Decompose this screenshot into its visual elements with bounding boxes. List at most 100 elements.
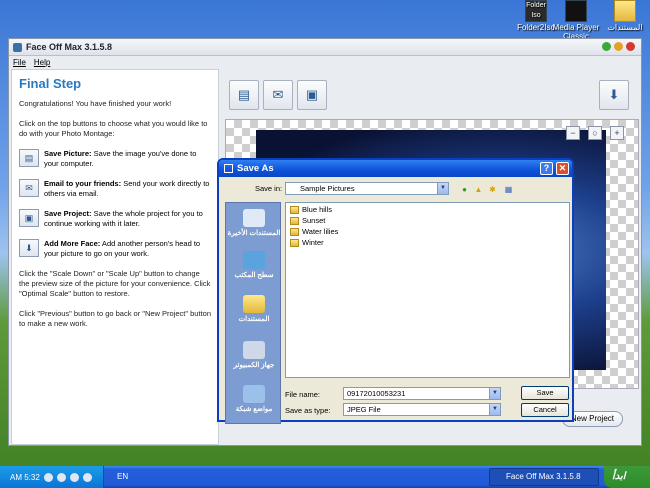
- file-name: Sunset: [302, 216, 326, 225]
- panel-intro: Congratulations! You have finished your …: [19, 99, 172, 108]
- minimize-icon[interactable]: [602, 42, 611, 51]
- folder-icon: [290, 227, 299, 236]
- place-recent[interactable]: المستندات الأخيرة: [226, 209, 282, 237]
- add-more-face-button[interactable]: ⬇: [599, 80, 629, 110]
- desktop-icon: [243, 251, 265, 269]
- help-item-save-project: ▣ Save Project: Save the whole project f…: [19, 209, 211, 228]
- media-player-icon: [565, 0, 587, 22]
- place-label: سطح المكتب: [234, 272, 274, 279]
- taskbar: AM 5:32 EN Face Off Max 3.1.5.8 ابدأ: [0, 466, 650, 488]
- network-places-icon: [243, 385, 265, 403]
- close-icon[interactable]: ✕: [556, 162, 569, 175]
- save-as-type-value: JPEG File: [347, 405, 381, 414]
- dialog-app-icon: [224, 164, 233, 173]
- email-button[interactable]: ✉: [263, 80, 293, 110]
- help-item-title: Save Picture:: [44, 149, 92, 158]
- place-label: مواضع شبكة: [235, 406, 273, 413]
- save-picture-button[interactable]: ▤: [229, 80, 259, 110]
- panel-heading: Final Step: [19, 76, 82, 91]
- dialog-titlebar[interactable]: Save As ? ✕: [219, 160, 572, 177]
- help-item-title: Save Project:: [44, 209, 92, 218]
- instructions-panel: Final Step Congratulations! You have fin…: [11, 69, 219, 445]
- folder-icon: [290, 205, 299, 214]
- save-project-button[interactable]: ▣: [297, 80, 327, 110]
- file-name: Blue hills: [302, 205, 333, 214]
- file-name-label: File name:: [285, 390, 321, 399]
- tray-icon[interactable]: [56, 472, 66, 482]
- back-icon[interactable]: ●: [459, 184, 470, 195]
- my-documents-icon: [243, 295, 265, 313]
- recent-documents-icon: [243, 209, 265, 227]
- file-name-field[interactable]: 09172010053231 ▼: [343, 387, 501, 400]
- taskbar-item-face-off-max[interactable]: Face Off Max 3.1.5.8: [489, 468, 599, 486]
- save-as-type-label: Save as type:: [285, 406, 331, 415]
- place-label: المستندات الأخيرة: [227, 230, 281, 237]
- file-list: Blue hills Sunset Water lilies Winter: [285, 202, 570, 378]
- menu-help[interactable]: Help: [34, 58, 50, 67]
- list-item[interactable]: Blue hills: [290, 205, 332, 214]
- place-computer[interactable]: جهاز الكمبيوتر: [226, 341, 282, 369]
- tray-icon[interactable]: [43, 472, 53, 482]
- save-picture-icon: ▤: [19, 149, 39, 167]
- scale-up-button[interactable]: +: [610, 126, 624, 140]
- help-item-title: Email to your friends:: [44, 179, 122, 188]
- file-name-value: 09172010053231: [347, 389, 406, 398]
- save-button[interactable]: Save: [521, 386, 569, 400]
- folder-icon: [614, 0, 636, 22]
- close-icon[interactable]: [626, 42, 635, 51]
- folder-icon: [290, 216, 299, 225]
- chevron-down-icon: ▼: [437, 183, 448, 194]
- view-menu-icon[interactable]: ▦: [503, 184, 514, 195]
- app-logo-icon: [13, 42, 22, 52]
- file-name: Water lilies: [302, 227, 339, 236]
- scale-help-text: Click the "Scale Down" or "Scale Up" but…: [19, 269, 211, 298]
- chevron-down-icon: ▼: [489, 388, 500, 399]
- place-label: المستندات: [238, 316, 270, 323]
- list-item[interactable]: Winter: [290, 238, 324, 247]
- language-indicator[interactable]: EN: [117, 472, 128, 481]
- dialog-title: Save As: [237, 163, 274, 174]
- menu-bar: File Help: [9, 56, 641, 68]
- optimal-scale-button[interactable]: ○: [588, 126, 602, 140]
- app-title: Face Off Max 3.1.5.8: [26, 42, 113, 52]
- my-computer-icon: [243, 341, 265, 359]
- save-in-dropdown[interactable]: Sample Pictures ▼: [285, 182, 449, 195]
- desktop-icon-documents[interactable]: المستندات: [593, 0, 650, 32]
- place-desktop[interactable]: سطح المكتب: [226, 251, 282, 279]
- save-in-value: Sample Pictures: [300, 184, 355, 193]
- menu-file[interactable]: File: [13, 58, 26, 67]
- place-documents[interactable]: المستندات: [226, 295, 282, 323]
- add-face-icon: ⬇: [19, 239, 39, 257]
- maximize-icon[interactable]: [614, 42, 623, 51]
- desktop-icon-label: المستندات: [607, 23, 643, 32]
- help-item-email: ✉ Email to your friends: Send your work …: [19, 179, 211, 198]
- places-bar: المستندات الأخيرة سطح المكتب المستندات ج…: [225, 202, 281, 424]
- tray-icon[interactable]: [69, 472, 79, 482]
- new-folder-icon[interactable]: ✱: [487, 184, 498, 195]
- clock: AM 5:32: [10, 472, 40, 482]
- email-icon: ✉: [19, 179, 39, 197]
- panel-instructions: Click on the top buttons to choose what …: [19, 119, 208, 138]
- chevron-down-icon: ▼: [489, 404, 500, 415]
- tray-icon[interactable]: [82, 472, 92, 482]
- app-titlebar[interactable]: Face Off Max 3.1.5.8: [9, 39, 641, 56]
- start-button[interactable]: ابدأ: [604, 466, 650, 488]
- list-item[interactable]: Sunset: [290, 216, 325, 225]
- save-in-label: Save in:: [255, 184, 283, 193]
- place-label: جهاز الكمبيوتر: [233, 362, 275, 369]
- place-network[interactable]: مواضع شبكة: [226, 385, 282, 413]
- help-item-add-face: ⬇ Add More Face: Add another person's he…: [19, 239, 211, 258]
- scale-down-button[interactable]: −: [566, 126, 580, 140]
- system-tray: AM 5:32: [0, 466, 104, 488]
- list-item[interactable]: Water lilies: [290, 227, 338, 236]
- folder-icon: [290, 238, 299, 247]
- up-folder-icon[interactable]: ▲: [473, 184, 484, 195]
- save-project-icon: ▣: [19, 209, 39, 227]
- cancel-button[interactable]: Cancel: [521, 403, 569, 417]
- save-as-type-dropdown[interactable]: JPEG File ▼: [343, 403, 501, 416]
- help-item-save-picture: ▤ Save Picture: Save the image you've do…: [19, 149, 211, 168]
- save-as-dialog: Save As ? ✕ Save in: Sample Pictures ▼ ●…: [217, 158, 574, 424]
- help-icon[interactable]: ?: [540, 162, 553, 175]
- file-name: Winter: [302, 238, 324, 247]
- help-item-title: Add More Face:: [44, 239, 101, 248]
